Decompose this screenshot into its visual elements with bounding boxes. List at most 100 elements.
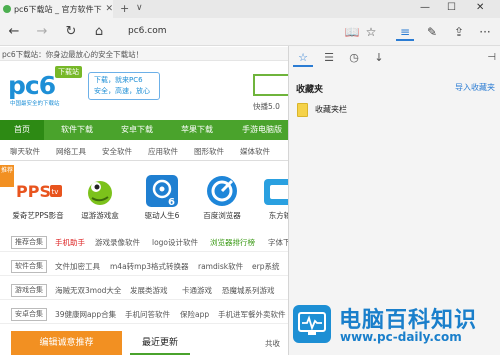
category-link[interactable]: erp系统 (252, 261, 279, 272)
forward-button[interactable]: → (33, 23, 51, 41)
main-menu: 首页 软件下载 安卓下载 苹果下载 手游电脑版 (0, 120, 288, 140)
pc6-logo[interactable]: pc6 下载站 中国最安全的下载站 (8, 66, 86, 107)
category-row: 安卓合集 39健康网app合集 手机问答软件 保险app 手机进军餐外卖软件 (0, 304, 288, 324)
category-tag[interactable]: 安卓合集 (11, 308, 47, 321)
svg-text:6: 6 (168, 197, 175, 207)
category-link[interactable]: 手机进军餐外卖软件 (218, 309, 286, 320)
category-link[interactable]: 保险app (180, 309, 209, 320)
favorites-star-icon[interactable]: ☆ (293, 49, 313, 67)
category-link[interactable]: 手机问答软件 (125, 309, 170, 320)
watermark: 电脑百科知识 www.pc-daily.com (288, 300, 500, 355)
app-tile[interactable]: PPS tv 爱奇艺PPS影音 (8, 175, 68, 221)
category-link[interactable]: 恐魔城系列游戏 (222, 285, 275, 296)
subnav-item[interactable]: 应用软件 (148, 146, 178, 157)
new-tab-button[interactable]: + (120, 2, 129, 15)
driver-life-icon: 6 (146, 175, 178, 208)
category-link[interactable]: 发展类游戏 (130, 285, 168, 296)
category-link[interactable]: ramdisk软件 (198, 261, 243, 272)
menu-item-android[interactable]: 安卓下载 (110, 120, 164, 140)
recommended-apps: 推荐 PPS tv 爱奇艺PPS影音 逗游游戏盒 6 驱动人生6 百度浏览器 东… (0, 165, 288, 227)
tab-list-button[interactable]: ∨ (136, 3, 143, 13)
category-row: 游戏合集 海贼无双3mod大全 发展类游戏 卡通游戏 恐魔城系列游戏 (0, 280, 288, 300)
subnav-item[interactable]: 安全软件 (102, 146, 132, 157)
recent-updates-tab[interactable]: 最近更新 (130, 331, 190, 355)
monitor-heartbeat-icon (293, 305, 331, 343)
menu-item-mobile-game-pc[interactable]: 手游电脑版 (232, 120, 288, 140)
category-link[interactable]: 浏览器排行榜 (210, 237, 255, 248)
web-note-icon[interactable]: ✎ (423, 23, 441, 41)
more-button[interactable]: ··· (476, 23, 494, 41)
reading-view-icon[interactable]: 📖 (343, 23, 361, 41)
hub-button[interactable]: ≡ (396, 23, 414, 41)
slogan-line-1: 下载，就来PC6 (94, 76, 143, 84)
pin-hub-icon[interactable]: ⊣ (487, 52, 496, 63)
dou-you-icon (84, 175, 116, 207)
dongfang-icon (264, 175, 288, 207)
logo-badge: 下载站 (55, 66, 82, 78)
address-bar[interactable]: pc6.com (128, 26, 166, 36)
reading-list-icon[interactable]: ☰ (319, 49, 339, 67)
title-bar: pc6下载站 _ 官方软件下 ✕ + ∨ — ☐ ✕ (0, 0, 500, 18)
app-label: 百度浏览器 (203, 211, 241, 220)
menu-item-apple[interactable]: 苹果下载 (170, 120, 224, 140)
search-input[interactable] (253, 74, 288, 96)
category-link[interactable]: 卡通游戏 (182, 285, 212, 296)
category-link[interactable]: 手机助手 (55, 237, 85, 248)
folder-icon (297, 103, 308, 117)
maximize-button[interactable]: ☐ (447, 2, 456, 13)
category-link[interactable]: 39健康网app合集 (55, 309, 116, 320)
top-strip-text: pc6下载站：你身边最放心的安全下载站！ (2, 50, 144, 59)
tab-title: pc6下载站 _ 官方软件下 (13, 4, 102, 14)
category-link[interactable]: m4a转mp3格式转换器 (110, 261, 189, 272)
watermark-url: www.pc-daily.com (340, 330, 462, 344)
browser-tab[interactable]: pc6下载站 _ 官方软件下 ✕ (0, 0, 113, 18)
total-count-label: 共收 (265, 339, 280, 348)
category-link[interactable]: 字体下 (268, 237, 288, 248)
tab-close-icon[interactable]: ✕ (105, 4, 113, 14)
subnav-item[interactable]: 聊天软件 (10, 146, 40, 157)
favorite-star-icon[interactable]: ☆ (362, 23, 380, 41)
pps-icon: PPS tv (16, 175, 62, 207)
hub-title: 收藏夹 (296, 85, 324, 95)
hub-tabs: ☆ ☰ ◷ ↓ ⊣ (289, 46, 500, 70)
slogan-box: 下载，就来PC6 安全，高速，放心 (88, 72, 160, 100)
history-icon[interactable]: ◷ (344, 49, 364, 67)
menu-item-software[interactable]: 软件下载 (50, 120, 104, 140)
app-tile[interactable]: 6 驱动人生6 (132, 175, 192, 221)
app-tile[interactable]: 逗游游戏盒 (70, 175, 130, 221)
category-row: 推荐合集 手机助手 游戏录像软件 logo设计软件 浏览器排行榜 字体下 (0, 232, 288, 252)
back-button[interactable]: ← (5, 23, 23, 41)
close-window-button[interactable]: ✕ (476, 2, 484, 13)
app-label: 爱奇艺PPS影音 (12, 211, 64, 220)
category-link[interactable]: 文件加密工具 (55, 261, 100, 272)
category-link[interactable]: 游戏录像软件 (95, 237, 140, 248)
top-strip: pc6下载站：你身边最放心的安全下载站！ (0, 47, 288, 61)
app-label: 东方输 (268, 211, 288, 220)
app-label: 驱动人生6 (144, 211, 180, 220)
bottom-bar: 编辑诚意推荐 最近更新 共收 (0, 331, 288, 355)
app-tile[interactable]: 东方输 (250, 175, 288, 221)
web-page: pc6下载站：你身边最放心的安全下载站！ pc6 下载站 中国最安全的下载站 下… (0, 47, 288, 355)
category-tag[interactable]: 游戏合集 (11, 284, 47, 297)
menu-item-home[interactable]: 首页 (0, 120, 44, 140)
app-tile[interactable]: 百度浏览器 (192, 175, 252, 221)
import-favorites-link[interactable]: 导入收藏夹 (455, 82, 495, 93)
subnav-item[interactable]: 媒体软件 (240, 146, 270, 157)
minimize-button[interactable]: — (420, 2, 430, 13)
downloads-icon[interactable]: ↓ (369, 49, 389, 67)
refresh-button[interactable]: ↻ (62, 23, 80, 41)
logo-subtitle: 中国最安全的下载站 (10, 101, 60, 107)
subnav-item[interactable]: 图形软件 (194, 146, 224, 157)
favorites-bar-folder[interactable]: 收藏夹栏 (297, 103, 497, 117)
category-tag[interactable]: 推荐合集 (11, 236, 47, 249)
subnav-item[interactable]: 网络工具 (56, 146, 86, 157)
folder-label: 收藏夹栏 (315, 105, 347, 114)
category-link[interactable]: logo设计软件 (152, 237, 198, 248)
category-link[interactable]: 海贼无双3mod大全 (55, 285, 121, 296)
home-button[interactable]: ⌂ (90, 23, 108, 41)
svg-text:PPS: PPS (16, 182, 51, 201)
category-tag[interactable]: 软件合集 (11, 260, 47, 273)
share-icon[interactable]: ⇪ (450, 23, 468, 41)
editor-recommend-tab[interactable]: 编辑诚意推荐 (11, 331, 122, 355)
hot-search-link[interactable]: 快播5.0 (253, 101, 280, 112)
